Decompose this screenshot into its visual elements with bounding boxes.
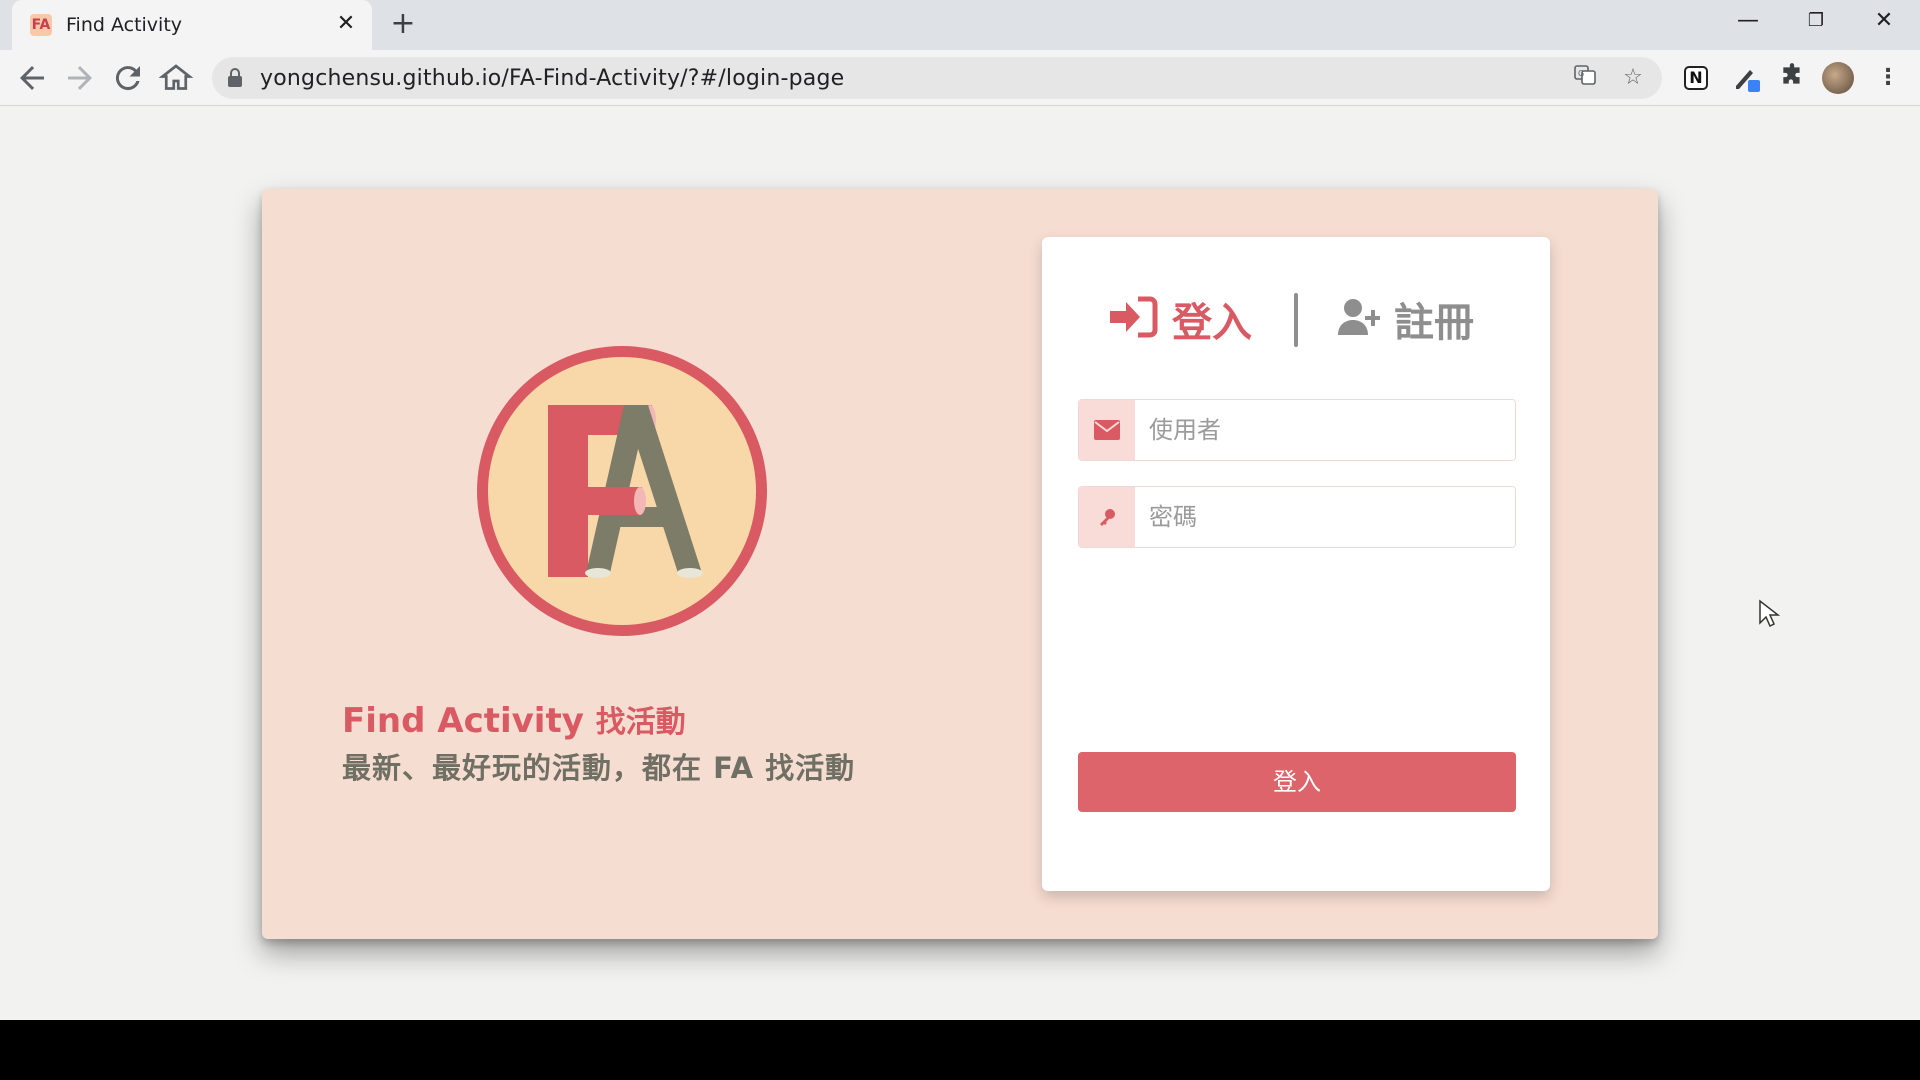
close-tab-icon[interactable]: ✕	[332, 10, 360, 38]
brand-title: Find Activity 找活動	[342, 697, 686, 741]
url-text[interactable]: yongchensu.github.io/FA-Find-Activity/?#…	[260, 66, 844, 91]
favicon-icon: FA	[30, 14, 52, 36]
profile-avatar[interactable]	[1822, 62, 1854, 94]
extensions-puzzle-icon[interactable]	[1776, 62, 1808, 94]
brand-title-cn: 找活動	[595, 705, 686, 740]
tab-login-label: 登入	[1172, 300, 1252, 346]
tab-signup[interactable]: 註冊	[1338, 289, 1474, 349]
login-card: Find Activity 找活動 最新、最好玩的活動，都在 FA 找活動 登入	[262, 189, 1658, 939]
back-icon[interactable]	[14, 60, 50, 96]
brand-slogan: 最新、最好玩的活動，都在 FA 找活動	[342, 751, 856, 785]
pen-extension-icon[interactable]	[1730, 62, 1762, 94]
tab-signup-label: 註冊	[1394, 300, 1474, 346]
lock-icon[interactable]	[226, 67, 246, 89]
username-field	[1078, 399, 1516, 461]
password-field	[1078, 486, 1516, 548]
sign-in-icon	[1108, 296, 1158, 342]
tab-login[interactable]: 登入	[1108, 289, 1252, 349]
translate-icon[interactable]: G	[1570, 63, 1600, 93]
tab-divider	[1294, 293, 1298, 347]
menu-kebab-icon[interactable]: ⋮	[1872, 62, 1904, 94]
restore-button[interactable]: ❐	[1782, 0, 1850, 44]
forward-icon[interactable]	[62, 60, 98, 96]
reload-icon[interactable]	[110, 60, 146, 96]
browser-tab[interactable]: FA Find Activity ✕	[12, 0, 372, 50]
auth-tabs: 登入 註冊	[1042, 289, 1550, 349]
login-button[interactable]: 登入	[1078, 752, 1516, 812]
notion-extension-icon[interactable]: N	[1684, 66, 1708, 90]
home-icon[interactable]	[158, 60, 194, 96]
fa-logo	[477, 346, 767, 636]
window-close-button[interactable]: ✕	[1850, 0, 1918, 44]
bookmark-star-icon[interactable]: ☆	[1618, 63, 1648, 93]
new-tab-button[interactable]: +	[386, 8, 420, 42]
username-input[interactable]	[1135, 400, 1515, 460]
minimize-button[interactable]: —	[1714, 0, 1782, 44]
browser-toolbar: yongchensu.github.io/FA-Find-Activity/?#…	[0, 50, 1920, 106]
envelope-icon	[1079, 400, 1135, 460]
tab-strip: FA Find Activity ✕ + — ❐ ✕	[0, 0, 1920, 50]
tab-title: Find Activity	[66, 14, 183, 36]
mouse-cursor-icon	[1759, 599, 1780, 628]
auth-panel: 登入 註冊 使用者 登入	[1042, 237, 1550, 891]
user-plus-icon	[1338, 297, 1381, 341]
brand-title-en: Find Activity	[342, 701, 584, 741]
page-viewport: Find Activity 找活動 最新、最好玩的活動，都在 FA 找活動 登入	[0, 106, 1920, 1020]
password-input[interactable]	[1135, 487, 1515, 547]
key-icon	[1079, 487, 1135, 547]
address-bar[interactable]: yongchensu.github.io/FA-Find-Activity/?#…	[212, 57, 1662, 99]
svg-text:G: G	[1578, 69, 1584, 78]
